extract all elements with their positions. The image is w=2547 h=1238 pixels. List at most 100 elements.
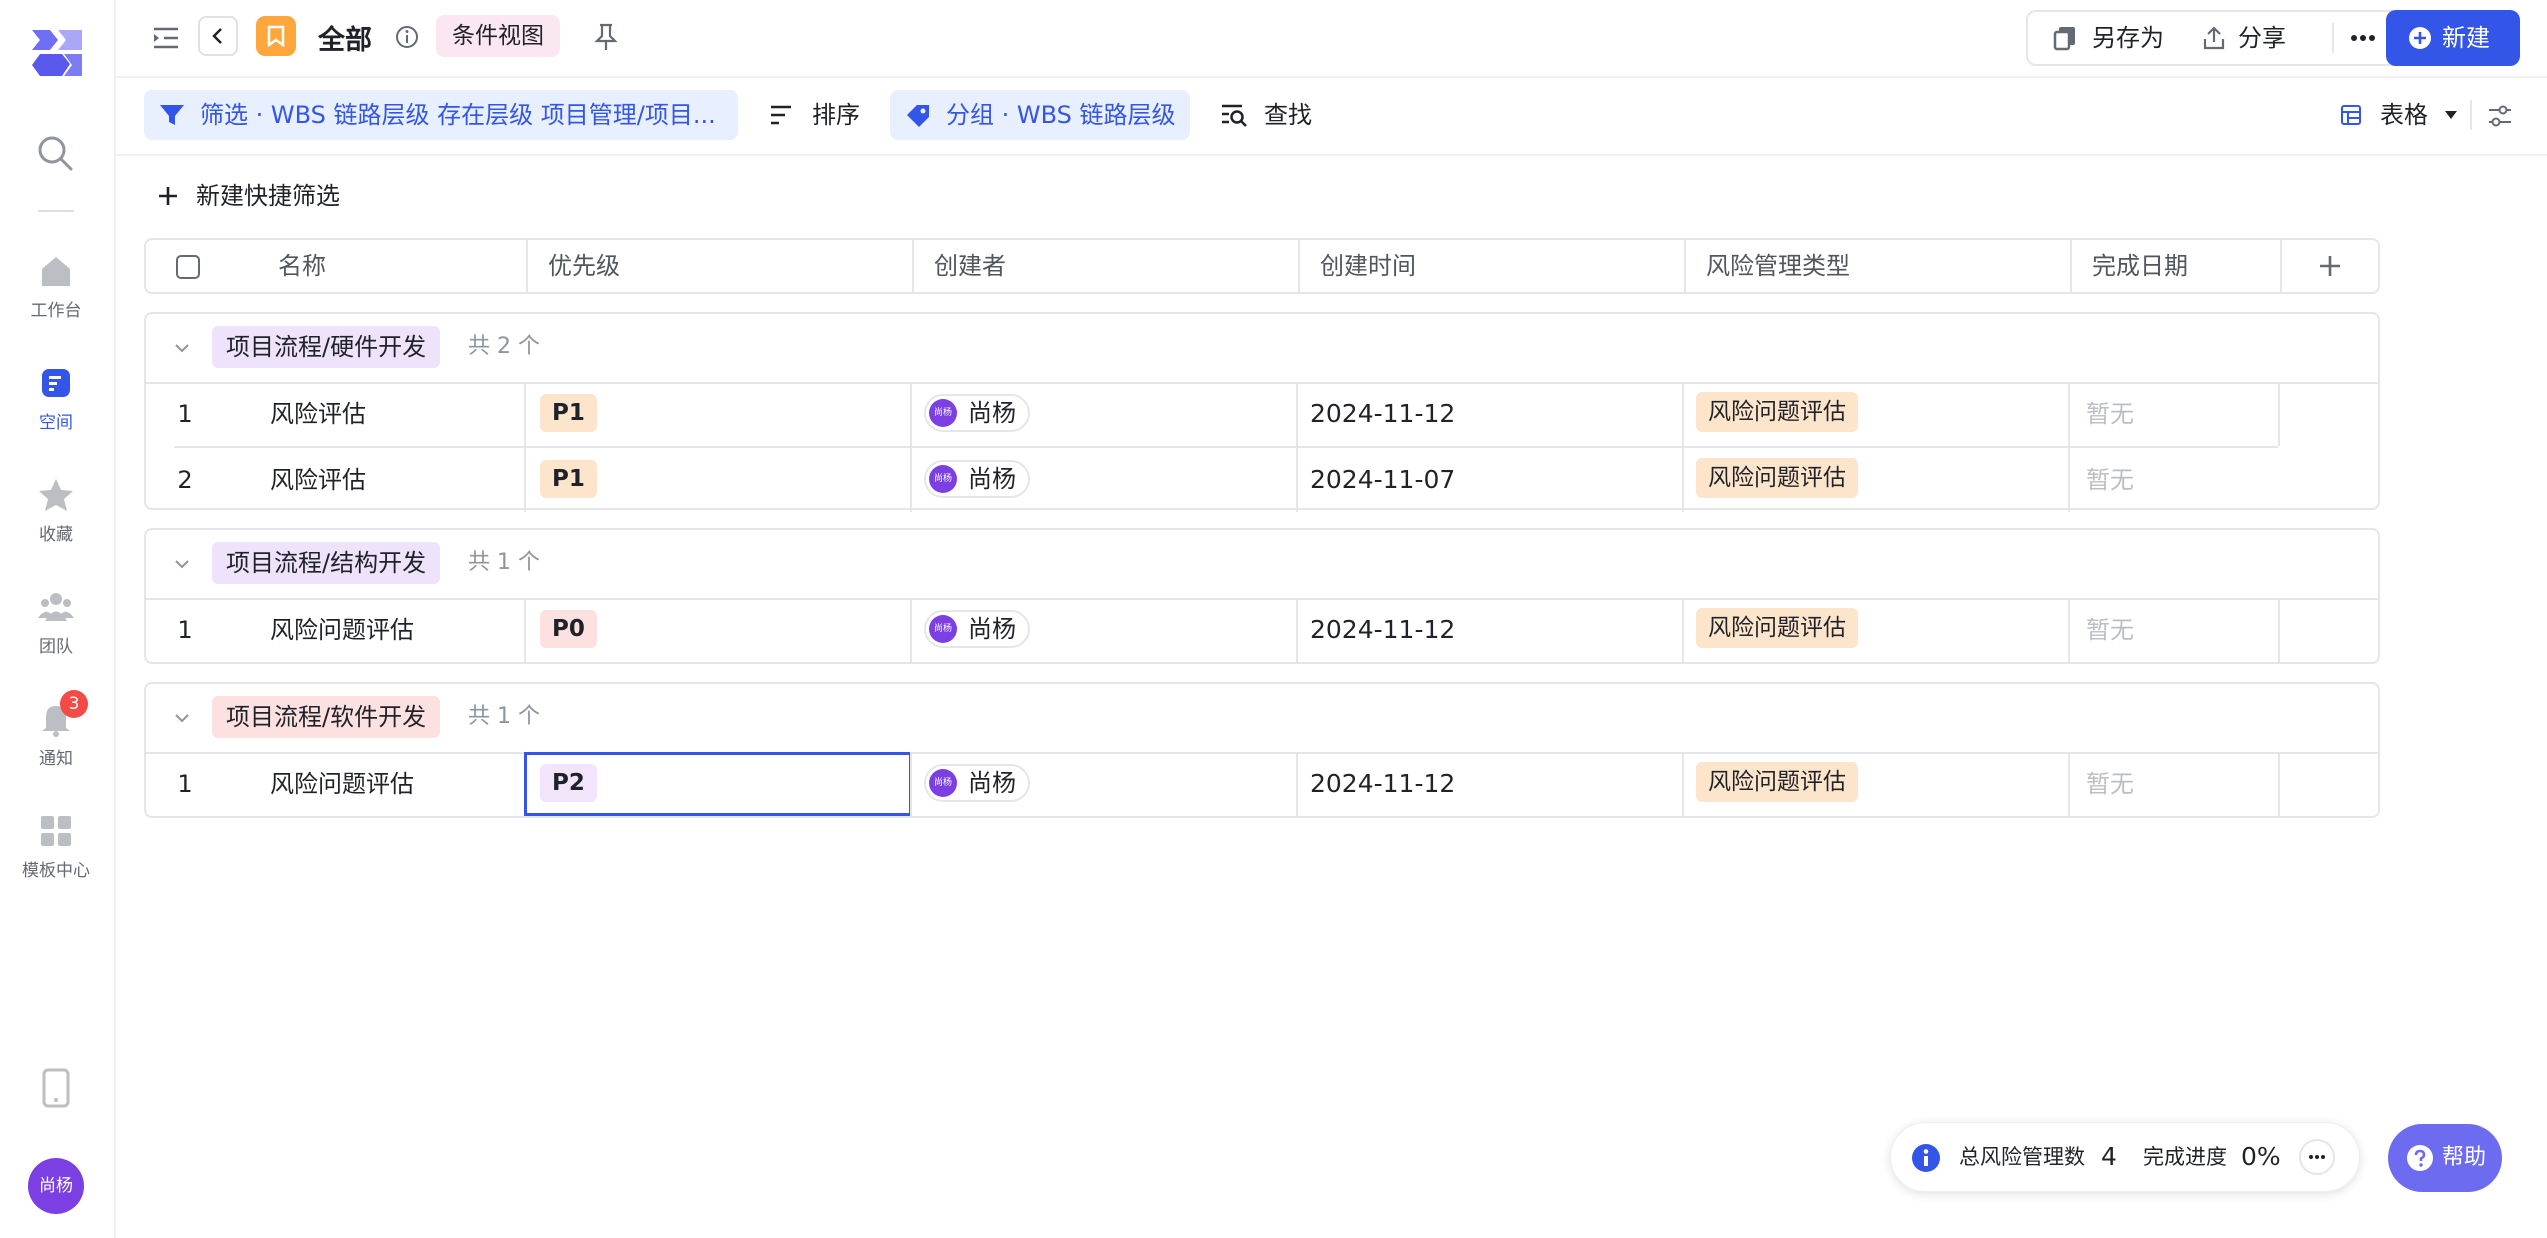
risk-type-tag: 风险问题评估	[1696, 608, 1858, 648]
column-header-due-cell[interactable]: 完成日期	[2070, 240, 2282, 292]
priority-cell-selected[interactable]: P2	[524, 752, 912, 816]
creator-cell[interactable]: 尚杨 尚杨	[910, 598, 1298, 662]
creator-name: 尚杨	[968, 769, 1016, 797]
group-header[interactable]: 项目流程/结构开发 共 1 个	[146, 530, 2378, 600]
row-number: 1	[177, 400, 193, 428]
save-as-button[interactable]: 另存为	[2052, 12, 2164, 64]
rail-item-workbench[interactable]: 工作台	[0, 252, 112, 321]
chevron-down-icon[interactable]	[172, 338, 192, 358]
add-column-button[interactable]	[2280, 240, 2378, 292]
select-all-checkbox[interactable]	[176, 255, 200, 279]
table-row[interactable]: 1 风险评估 P1 尚杨 尚杨 2024-11-12 风险问题评估 暂无	[146, 382, 2378, 446]
finish-date-cell[interactable]: 暂无	[2068, 382, 2280, 446]
creator-name: 尚杨	[968, 399, 1016, 427]
risk-type-cell[interactable]: 风险问题评估	[1682, 598, 2070, 662]
filter-chip[interactable]: 筛选 · WBS 链路层级 存在层级 项目管理/项目...	[144, 90, 738, 140]
row-number: 1	[177, 770, 193, 798]
avatar: 尚杨	[929, 615, 957, 643]
creator-cell[interactable]: 尚杨 尚杨	[910, 448, 1298, 512]
user-avatar[interactable]: 尚杨	[28, 1158, 84, 1214]
group-header[interactable]: 项目流程/软件开发 共 1 个	[146, 684, 2378, 754]
new-quick-filter-button[interactable]: 新建快捷筛选	[156, 176, 340, 216]
finish-date-cell[interactable]: 暂无	[2068, 448, 2280, 512]
settings-sliders-icon[interactable]	[2486, 102, 2514, 130]
view-type-dropdown[interactable]: 表格	[2340, 90, 2500, 140]
chevron-down-icon[interactable]	[172, 554, 192, 574]
sidebar-toggle-icon[interactable]	[150, 22, 182, 54]
avatar: 尚杨	[929, 465, 957, 493]
priority-cell[interactable]: P1	[524, 448, 912, 512]
column-header-name[interactable]: 名称	[278, 240, 326, 292]
rail-item-favorites[interactable]: 收藏	[0, 476, 112, 545]
app-logo[interactable]	[28, 30, 86, 76]
table-row[interactable]: 1 风险问题评估 P0 尚杨 尚杨 2024-11-12 风险问题评估 暂无	[146, 598, 2378, 662]
summary-more-button[interactable]	[2299, 1139, 2335, 1175]
rail-item-team[interactable]: 团队	[0, 588, 112, 657]
notification-badge: 3	[60, 690, 88, 718]
table-row[interactable]: 1 风险问题评估 P2 尚杨 尚杨 2024-11-12 风险问题评估 暂无	[146, 752, 2378, 816]
column-header-creator: 创建者	[934, 252, 1006, 280]
table-row[interactable]: 2 风险评估 P1 尚杨 尚杨 2024-11-07 风险问题评估 暂无	[174, 446, 2278, 512]
question-icon	[2407, 1145, 2433, 1171]
total-value: 4	[2101, 1142, 2117, 1171]
find-button[interactable]: 查找	[1220, 90, 1312, 140]
column-header-priority-cell[interactable]: 优先级	[526, 240, 914, 292]
extra-cell	[2278, 382, 2378, 446]
group-header[interactable]: 项目流程/硬件开发 共 2 个	[146, 314, 2378, 384]
created-cell[interactable]: 2024-11-12	[1296, 382, 1684, 446]
finish-date-cell[interactable]: 暂无	[2068, 598, 2280, 662]
tag-icon	[907, 105, 929, 127]
created-date: 2024-11-12	[1310, 399, 1456, 428]
rail-item-templates[interactable]: 模板中心	[0, 812, 112, 881]
chevron-down-icon[interactable]	[172, 708, 192, 728]
column-header-created-time: 创建时间	[1320, 252, 1416, 280]
created-date: 2024-11-07	[1310, 465, 1456, 494]
created-cell[interactable]: 2024-11-12	[1296, 752, 1684, 816]
back-button[interactable]	[198, 16, 238, 56]
finish-date-cell[interactable]: 暂无	[2068, 752, 2280, 816]
row-name: 风险评估	[270, 466, 366, 494]
creator-cell[interactable]: 尚杨 尚杨	[910, 752, 1298, 816]
risk-type-tag: 风险问题评估	[1696, 762, 1858, 802]
template-grid-icon	[41, 816, 71, 846]
priority-cell[interactable]: P1	[524, 382, 912, 446]
risk-type-cell[interactable]: 风险问题评估	[1682, 382, 2070, 446]
column-header-creator-cell[interactable]: 创建者	[912, 240, 1300, 292]
view-toolbar: 筛选 · WBS 链路层级 存在层级 项目管理/项目... 排序 分组 · WB…	[114, 78, 2547, 156]
view-type-tag[interactable]: 条件视图	[436, 15, 560, 57]
risk-type-cell[interactable]: 风险问题评估	[1682, 752, 2070, 816]
column-header-risk-type-cell[interactable]: 风险管理类型	[1684, 240, 2072, 292]
more-button[interactable]	[2346, 12, 2382, 64]
new-button[interactable]: 新建	[2386, 10, 2520, 66]
copy-icon	[2053, 27, 2075, 51]
space-icon	[42, 369, 70, 397]
creator-chip: 尚杨 尚杨	[924, 610, 1030, 648]
mobile-icon[interactable]	[40, 1068, 72, 1108]
creator-name: 尚杨	[968, 465, 1016, 493]
sort-button[interactable]: 排序	[768, 90, 860, 140]
group-count: 共 1 个	[468, 704, 540, 729]
column-header-priority: 优先级	[548, 252, 620, 280]
risk-type-cell[interactable]: 风险问题评估	[1682, 448, 2070, 512]
risk-type-tag: 风险问题评估	[1696, 458, 1858, 498]
pin-icon[interactable]	[592, 22, 620, 52]
plus-icon	[159, 187, 177, 205]
table-header-row: 名称 优先级 创建者 创建时间 风险管理类型 完成日期	[144, 238, 2380, 294]
column-header-created-cell[interactable]: 创建时间	[1298, 240, 1686, 292]
plus-icon	[2320, 256, 2340, 276]
chevron-left-icon	[212, 28, 222, 44]
creator-cell[interactable]: 尚杨 尚杨	[910, 382, 1298, 446]
info-icon[interactable]	[394, 24, 420, 50]
action-divider	[2332, 23, 2334, 53]
group-chip[interactable]: 分组 · WBS 链路层级	[890, 90, 1190, 140]
help-button[interactable]: 帮助	[2388, 1124, 2502, 1192]
search-icon[interactable]	[36, 134, 74, 172]
rail-label: 收藏	[39, 525, 73, 545]
share-button[interactable]: 分享	[2202, 12, 2286, 64]
created-cell[interactable]: 2024-11-07	[1296, 448, 1684, 512]
priority-tag: P0	[540, 610, 597, 648]
rail-item-notifications[interactable]: 3 通知	[0, 690, 112, 769]
rail-item-space[interactable]: 空间	[0, 364, 112, 433]
priority-cell[interactable]: P0	[524, 598, 912, 662]
created-cell[interactable]: 2024-11-12	[1296, 598, 1684, 662]
